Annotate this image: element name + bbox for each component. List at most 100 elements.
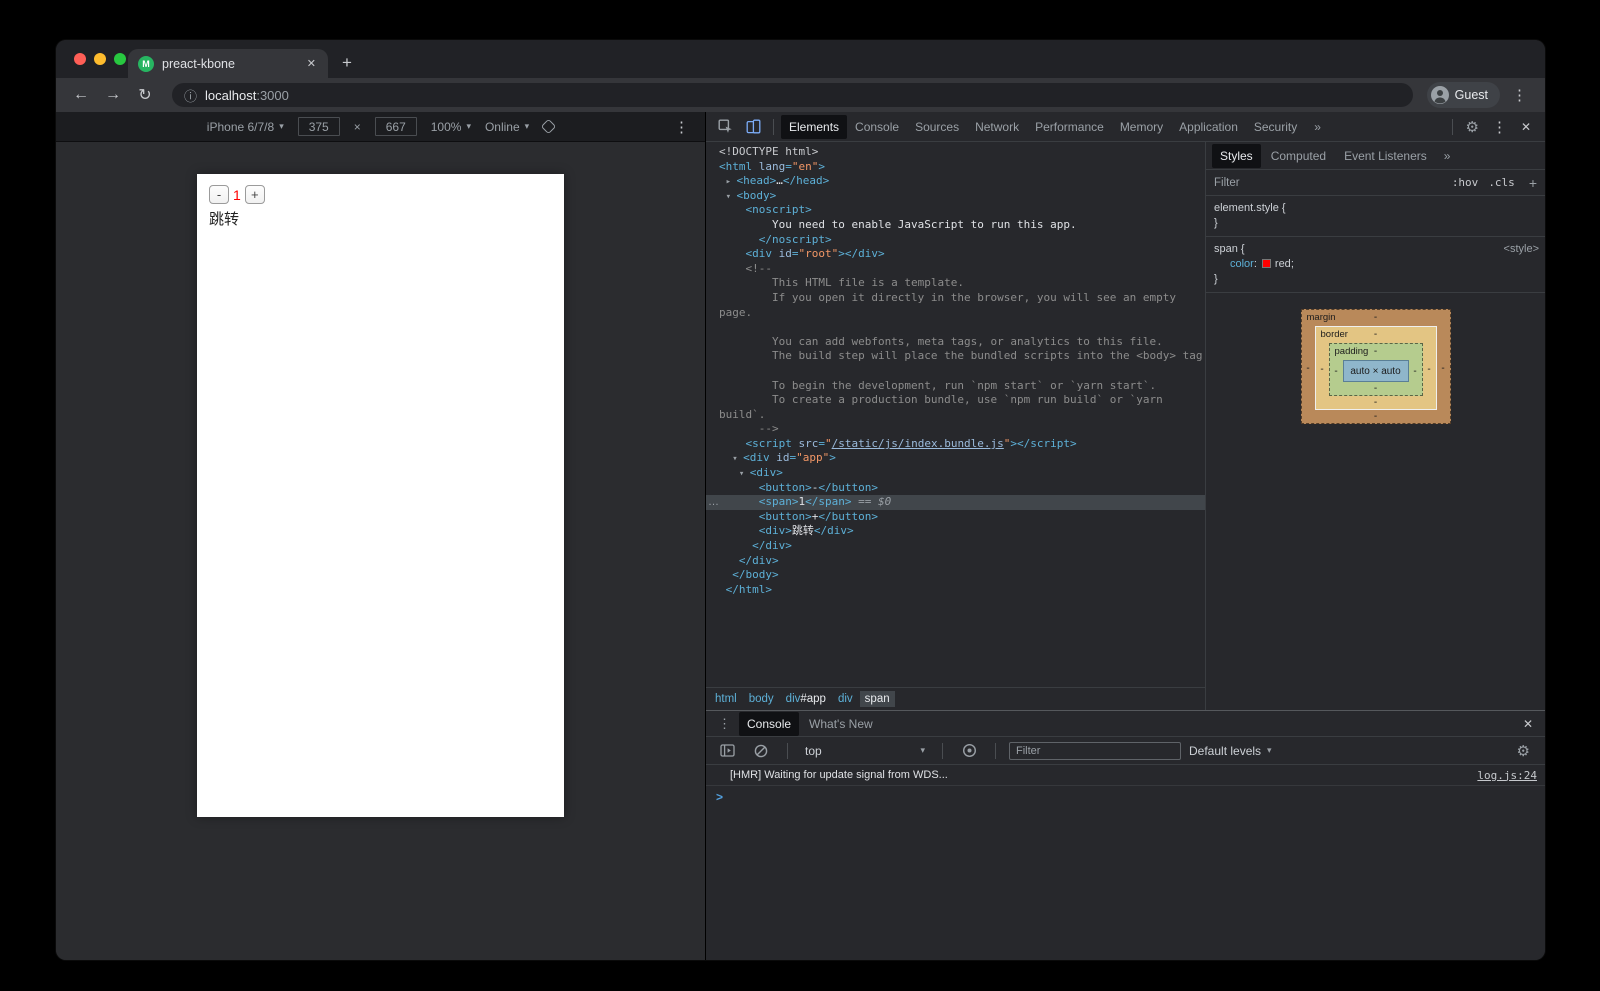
box-model-padding[interactable]: padding - - auto × auto - - — [1329, 343, 1423, 396]
browser-tab[interactable]: M preact-kbone ✕ — [128, 49, 328, 78]
decrement-button[interactable]: - — [209, 185, 229, 204]
box-model-margin[interactable]: margin - - border - - padding - — [1301, 309, 1451, 424]
drawer-menu-icon[interactable]: ⋮ — [710, 716, 739, 732]
reload-icon[interactable]: ↻ — [132, 85, 158, 105]
sidebar-tab-event-listeners[interactable]: Event Listeners — [1336, 144, 1435, 168]
styles-filter-input[interactable]: Filter — [1214, 177, 1442, 189]
dom-tree-row[interactable]: <noscript> — [706, 203, 1205, 218]
devtools-tab-application[interactable]: Application — [1171, 115, 1246, 139]
new-style-rule-button[interactable]: + — [1525, 175, 1537, 191]
devtools-tab-elements[interactable]: Elements — [781, 115, 847, 139]
device-toolbar-menu-icon[interactable]: ⋮ — [668, 118, 695, 136]
dom-tree-row[interactable] — [706, 320, 1205, 335]
css-property-line[interactable]: color:red; — [1214, 257, 1537, 272]
devtools-tab-console[interactable]: Console — [847, 115, 907, 139]
more-tabs-button[interactable]: » — [1307, 120, 1328, 134]
throttling-select[interactable]: Online▾ — [485, 120, 529, 134]
rotate-device-icon[interactable] — [541, 119, 557, 135]
box-model-content[interactable]: auto × auto — [1343, 360, 1409, 382]
console-settings-gear-icon[interactable]: ⚙ — [1510, 742, 1537, 760]
drawer-tab-console[interactable]: Console — [739, 712, 799, 736]
jump-link[interactable]: 跳转 — [209, 208, 552, 229]
devtools-tab-performance[interactable]: Performance — [1027, 115, 1112, 139]
profile-button[interactable]: Guest — [1427, 82, 1500, 108]
clear-console-icon[interactable] — [748, 739, 774, 763]
dom-tree-row[interactable]: ▸ <head>…</head> — [706, 174, 1205, 189]
devtools-tab-sources[interactable]: Sources — [907, 115, 967, 139]
window-close-button[interactable] — [74, 53, 86, 65]
log-levels-select[interactable]: Default levels▾ — [1189, 744, 1272, 758]
devtools-menu-icon[interactable]: ⋮ — [1486, 118, 1513, 136]
breadcrumb-item-div#app[interactable]: div#app — [781, 691, 831, 707]
drawer-tab-what-s-new[interactable]: What's New — [801, 712, 881, 736]
dom-tree-row[interactable]: build`. — [706, 408, 1205, 423]
console-prompt[interactable]: > — [706, 786, 1545, 807]
dom-tree-row[interactable]: ▾ <div> — [706, 466, 1205, 481]
settings-gear-icon[interactable]: ⚙ — [1458, 118, 1485, 136]
inspect-element-icon[interactable] — [712, 115, 738, 139]
tab-close-icon[interactable]: ✕ — [305, 55, 318, 72]
breadcrumb-item-span[interactable]: span — [860, 691, 895, 707]
dom-tree-row[interactable]: To create a production bundle, use `npm … — [706, 393, 1205, 408]
dom-tree-row[interactable]: This HTML file is a template. — [706, 276, 1205, 291]
devtools-tab-memory[interactable]: Memory — [1112, 115, 1171, 139]
toggle-device-toolbar-icon[interactable] — [740, 115, 766, 139]
dom-tree-row[interactable]: <html lang="en"> — [706, 160, 1205, 175]
breadcrumb-item-body[interactable]: body — [744, 691, 779, 707]
breadcrumb-item-html[interactable]: html — [710, 691, 742, 707]
dom-tree-row[interactable]: You can add webfonts, meta tags, or anal… — [706, 335, 1205, 350]
dom-tree-row[interactable]: <button>-</button> — [706, 481, 1205, 496]
dom-tree-row[interactable]: </body> — [706, 568, 1205, 583]
dom-tree-row[interactable]: <!DOCTYPE html> — [706, 145, 1205, 160]
dom-tree-row[interactable]: <!-- — [706, 262, 1205, 277]
back-icon[interactable]: ← — [68, 86, 94, 104]
sidebar-tab-styles[interactable]: Styles — [1212, 144, 1261, 168]
breadcrumb-item-div[interactable]: div — [833, 691, 858, 707]
live-expression-eye-icon[interactable] — [956, 739, 982, 763]
dom-tree-row[interactable]: <script src="/static/js/index.bundle.js"… — [706, 437, 1205, 452]
toggle-hover-state-button[interactable]: :hov — [1452, 176, 1479, 189]
dom-tree-row[interactable]: ▾ <div id="app"> — [706, 451, 1205, 466]
dom-tree-row[interactable]: <button>+</button> — [706, 510, 1205, 525]
zoom-select[interactable]: 100%▾ — [431, 120, 471, 134]
console-source-link[interactable]: log.js:24 — [1477, 769, 1537, 782]
browser-menu-icon[interactable]: ⋮ — [1506, 86, 1533, 104]
device-height-input[interactable] — [375, 117, 417, 136]
dom-tree-row[interactable]: </div> — [706, 554, 1205, 569]
window-minimize-button[interactable] — [94, 53, 106, 65]
color-swatch[interactable] — [1262, 259, 1271, 268]
dom-tree-row[interactable]: --> — [706, 422, 1205, 437]
more-sidebar-tabs-button[interactable]: » — [1437, 149, 1458, 163]
devtools-close-icon[interactable]: ✕ — [1513, 120, 1539, 134]
dom-tree-row[interactable]: <div id="root"></div> — [706, 247, 1205, 262]
new-tab-button[interactable]: + — [342, 53, 352, 73]
dom-tree-row[interactable]: </div> — [706, 539, 1205, 554]
toggle-class-button[interactable]: .cls — [1488, 176, 1515, 189]
rule-source-link[interactable]: <style> — [1504, 242, 1539, 257]
devtools-tab-network[interactable]: Network — [967, 115, 1027, 139]
forward-icon[interactable]: → — [100, 86, 126, 104]
console-filter-input[interactable] — [1009, 742, 1181, 760]
dom-tree-row[interactable]: To begin the development, run `npm start… — [706, 379, 1205, 394]
dom-tree-row[interactable]: ▾ <body> — [706, 189, 1205, 204]
style-rule-span[interactable]: <style> span { color:red; } — [1206, 237, 1545, 293]
sidebar-tab-computed[interactable]: Computed — [1263, 144, 1334, 168]
window-zoom-button[interactable] — [114, 53, 126, 65]
dom-tree-row[interactable]: … <span>1</span> == $0 — [706, 495, 1205, 510]
dom-tree-row[interactable] — [706, 364, 1205, 379]
dom-tree-row[interactable]: </html> — [706, 583, 1205, 598]
javascript-context-select[interactable]: top▾ — [801, 744, 929, 758]
dom-tree-row[interactable]: <div>跳转</div> — [706, 524, 1205, 539]
style-rule-element[interactable]: element.style { } — [1206, 196, 1545, 237]
page-info-icon[interactable]: ⓘ — [184, 86, 197, 105]
box-model-border[interactable]: border - - padding - - auto × auto - — [1315, 326, 1437, 410]
dom-tree-row[interactable]: page. — [706, 306, 1205, 321]
device-select[interactable]: iPhone 6/7/8▾ — [207, 120, 284, 134]
devtools-tab-security[interactable]: Security — [1246, 115, 1305, 139]
drawer-close-icon[interactable]: ✕ — [1515, 717, 1541, 731]
increment-button[interactable]: + — [245, 185, 265, 204]
dom-tree-row[interactable]: You need to enable JavaScript to run thi… — [706, 218, 1205, 233]
address-bar[interactable]: ⓘ localhost:3000 — [172, 83, 1413, 107]
device-width-input[interactable] — [298, 117, 340, 136]
dom-tree-row[interactable]: If you open it directly in the browser, … — [706, 291, 1205, 306]
